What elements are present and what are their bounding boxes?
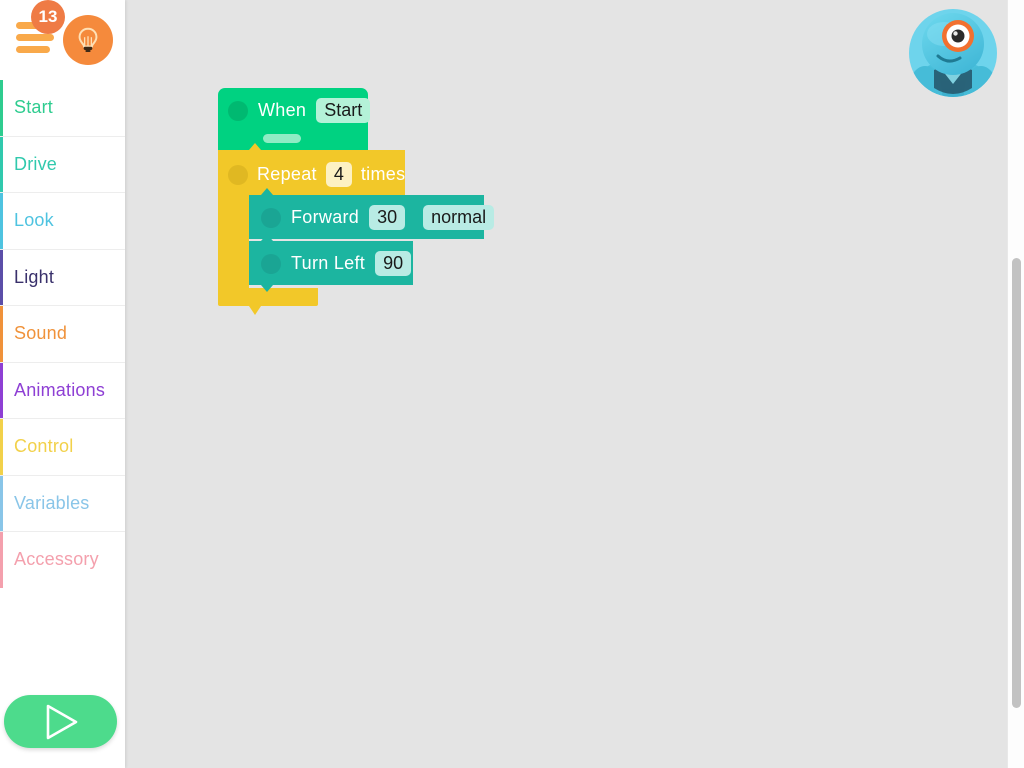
block-stack[interactable]: When Start Repeat 4 times Forward 30 nor… (218, 88, 618, 318)
sidebar-item-look[interactable]: Look (0, 193, 125, 250)
block-forward-speed-field[interactable]: normal (423, 205, 495, 230)
block-repeat-label-prefix: Repeat (257, 164, 317, 184)
block-forward[interactable]: Forward 30 normal (249, 195, 495, 239)
sidebar-item-light[interactable]: Light (0, 249, 125, 306)
notification-badge[interactable]: 13 (31, 0, 65, 34)
block-repeat-arm[interactable] (218, 195, 249, 300)
sidebar: 13 Start Drive Look Light Sound Animatio… (0, 0, 125, 768)
block-repeat-row: Repeat 4 times (228, 162, 405, 187)
sidebar-item-label: Animations (14, 379, 106, 400)
block-repeat-foot[interactable] (218, 288, 318, 306)
block-handle-icon[interactable] (261, 253, 281, 274)
hamburger-bar (16, 34, 54, 41)
category-stripe (0, 419, 3, 475)
sidebar-item-sound[interactable]: Sound (0, 306, 125, 363)
block-forward-label: Forward (291, 207, 360, 227)
play-triangle-icon (46, 704, 77, 739)
lightbulb-icon[interactable] (63, 15, 113, 65)
block-when-label: When (258, 100, 307, 120)
sidebar-item-label: Drive (14, 153, 58, 174)
block-turn-left[interactable]: Turn Left 90 (249, 241, 413, 285)
scrollbar-thumb[interactable] (1012, 258, 1021, 708)
block-repeat[interactable]: Repeat 4 times (218, 150, 405, 195)
block-turn-left-row: Turn Left 90 (261, 251, 412, 276)
category-stripe (0, 193, 3, 249)
category-stripe (0, 475, 3, 531)
block-workspace[interactable]: When Start Repeat 4 times Forward 30 nor… (125, 0, 1024, 768)
block-turn-left-label: Turn Left (291, 253, 366, 273)
sidebar-item-accessory[interactable]: Accessory (0, 532, 125, 589)
sidebar-item-start[interactable]: Start (0, 80, 125, 137)
sidebar-header: 13 (0, 0, 125, 80)
block-handle-icon[interactable] (228, 164, 248, 185)
category-stripe (0, 532, 3, 588)
category-stripe (0, 306, 3, 362)
block-when-divider-pill (263, 134, 301, 143)
block-when-event-field[interactable]: Start (316, 98, 371, 123)
dash-robot-avatar[interactable] (908, 8, 998, 98)
sidebar-empty-area (0, 588, 125, 682)
block-when-row: When Start (228, 98, 371, 123)
block-repeat-count-field[interactable]: 4 (325, 162, 352, 187)
sidebar-item-label: Look (14, 210, 54, 231)
vertical-scrollbar[interactable] (1007, 0, 1024, 768)
sidebar-item-label: Control (14, 436, 74, 457)
sidebar-item-animations[interactable]: Animations (0, 362, 125, 419)
sidebar-item-control[interactable]: Control (0, 419, 125, 476)
block-handle-icon[interactable] (228, 100, 248, 121)
sidebar-item-label: Variables (14, 492, 90, 513)
category-stripe (0, 136, 3, 192)
block-forward-distance-field[interactable]: 30 (369, 205, 406, 230)
category-stripe (0, 80, 3, 136)
sidebar-item-label: Sound (14, 323, 68, 344)
sidebar-item-label: Start (14, 97, 54, 118)
sidebar-item-label: Light (14, 266, 55, 287)
sidebar-footer (0, 681, 125, 768)
sidebar-menu: Start Drive Look Light Sound Animations (0, 80, 125, 589)
app-root: 13 Start Drive Look Light Sound Animatio… (0, 0, 1024, 768)
hamburger-bar (16, 46, 50, 53)
block-handle-icon[interactable] (261, 207, 281, 228)
block-forward-row: Forward 30 normal (261, 205, 495, 230)
sidebar-item-variables[interactable]: Variables (0, 475, 125, 532)
block-when-start[interactable]: When Start (218, 88, 371, 150)
category-stripe (0, 362, 3, 418)
sidebar-item-drive[interactable]: Drive (0, 136, 125, 193)
category-stripe (0, 249, 3, 305)
block-turn-left-angle-field[interactable]: 90 (375, 251, 412, 276)
play-button[interactable] (4, 695, 117, 748)
block-repeat-label-suffix: times (360, 164, 406, 184)
sidebar-item-label: Accessory (14, 549, 99, 570)
